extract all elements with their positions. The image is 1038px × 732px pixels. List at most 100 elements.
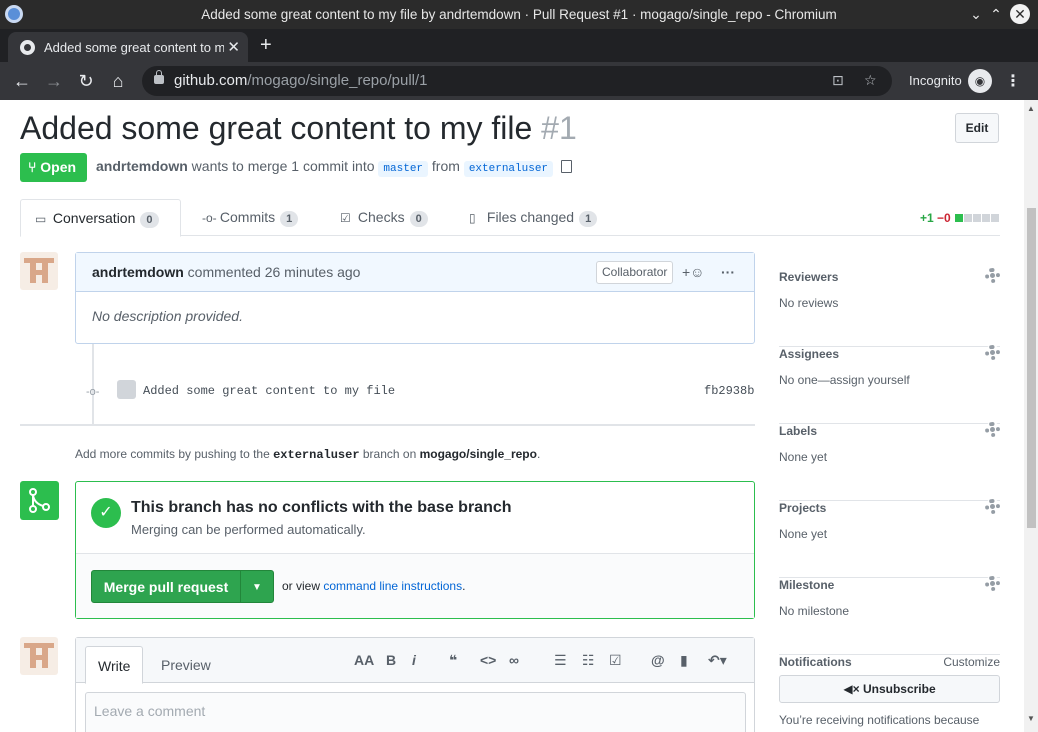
tab-checks[interactable]: ☑ Checks 0: [326, 199, 442, 236]
comment-box: andrtemdown commented 26 minutes ago Col…: [75, 252, 755, 344]
avatar[interactable]: [20, 252, 58, 290]
more-options-icon[interactable]: ···: [721, 253, 735, 292]
bullet-list-icon[interactable]: ☰: [554, 652, 567, 669]
edit-button[interactable]: Edit: [955, 113, 999, 143]
merge-icon: [20, 481, 59, 520]
sidebar-milestone: Milestone No milestone: [779, 576, 1000, 655]
merge-pull-request-button[interactable]: Merge pull request: [91, 570, 241, 603]
assignees-gear-icon[interactable]: [985, 345, 1000, 360]
forward-icon[interactable]: →: [43, 70, 65, 92]
reload-icon[interactable]: ↻: [75, 70, 97, 92]
tab-strip: Added some great content to my file ✕ +: [0, 29, 1038, 62]
address-bar[interactable]: github.com/mogago/single_repo/pull/1 ⊡ ☆: [142, 66, 892, 96]
tab-commits[interactable]: -o- Commits 1: [188, 199, 312, 236]
clipboard-icon[interactable]: [560, 160, 572, 173]
reply-icon[interactable]: ↶▾: [708, 652, 727, 669]
head-branch[interactable]: externaluser: [463, 161, 554, 177]
labels-gear-icon[interactable]: [985, 422, 1000, 437]
commit-node-icon: -o-: [86, 386, 100, 398]
browser-toolbar: ← → ↻ ⌂ github.com/mogago/single_repo/pu…: [0, 62, 1038, 100]
back-icon[interactable]: ←: [11, 70, 33, 92]
window-title: Added some great content to my file by a…: [201, 7, 837, 22]
timeline-line: [92, 344, 94, 424]
incognito-label: Incognito: [909, 73, 962, 88]
file-diff-icon: ▯: [469, 211, 476, 225]
home-icon[interactable]: ⌂: [107, 70, 129, 92]
commit-message[interactable]: Added some great content to my file: [143, 384, 395, 398]
tab-conversation[interactable]: ▭ Conversation 0: [20, 199, 181, 237]
comment-input[interactable]: Leave a comment: [85, 692, 746, 732]
status-badge: ⑂ Open: [20, 153, 87, 182]
new-tab-icon[interactable]: +: [260, 34, 272, 57]
check-icon: ✓: [91, 498, 121, 528]
timeline-divider: [20, 424, 755, 426]
sidebar-labels: Labels None yet: [779, 422, 1000, 501]
commit-sha[interactable]: fb2938b: [704, 384, 754, 398]
milestone-gear-icon[interactable]: [985, 576, 1000, 591]
tab-write[interactable]: Write: [85, 646, 144, 684]
author-link[interactable]: andrtemdown: [96, 158, 188, 174]
heading-icon[interactable]: AA: [354, 652, 374, 668]
quote-icon[interactable]: ❝: [449, 652, 457, 669]
diffstat: +1 −0: [920, 211, 1000, 225]
reviewers-gear-icon[interactable]: [985, 268, 1000, 283]
incognito-icon[interactable]: ◉: [968, 69, 992, 93]
commit-author-avatar[interactable]: [117, 380, 136, 399]
mention-icon[interactable]: @: [651, 652, 665, 668]
comment-icon: ▭: [35, 212, 47, 226]
tab-title: Added some great content to my file: [44, 40, 224, 55]
push-note: Add more commits by pushing to the exter…: [75, 447, 541, 462]
link-icon[interactable]: ∞: [509, 652, 519, 668]
saved-reply-bookmark-icon[interactable]: ▮: [680, 652, 688, 669]
scroll-up-icon[interactable]: ▲: [1027, 104, 1035, 113]
page-scrollbar[interactable]: ▲ ▼: [1024, 100, 1038, 732]
projects-gear-icon[interactable]: [985, 499, 1000, 514]
minimize-icon[interactable]: ⌄: [966, 4, 986, 24]
comment-body: No description provided.: [92, 308, 243, 324]
merge-box: ✓ This branch has no conflicts with the …: [75, 481, 755, 619]
pr-open-icon: ⑂: [28, 159, 37, 175]
comment-header: andrtemdown commented 26 minutes ago Col…: [76, 253, 754, 292]
tab-files-changed[interactable]: ▯ Files changed 1: [455, 199, 611, 236]
tab-preview[interactable]: Preview: [149, 646, 223, 684]
scrollbar-thumb[interactable]: [1027, 208, 1036, 528]
maximize-icon[interactable]: ⌃: [986, 4, 1006, 24]
avatar[interactable]: [20, 637, 58, 675]
add-reaction-icon[interactable]: +☺: [682, 253, 704, 292]
task-list-icon[interactable]: ☑: [609, 652, 622, 669]
github-favicon-icon: [20, 40, 35, 55]
pr-number: #1: [541, 110, 577, 146]
browser-menu-icon[interactable]: ⋮: [1005, 71, 1021, 91]
comment-author[interactable]: andrtemdown: [92, 264, 184, 280]
sidebar-projects: Projects None yet: [779, 499, 1000, 578]
tab-close-icon[interactable]: ✕: [227, 38, 240, 56]
lock-icon: [154, 70, 164, 84]
command-line-instructions-link[interactable]: command line instructions: [323, 579, 462, 593]
bold-icon[interactable]: B: [386, 652, 396, 668]
pr-title: Added some great content to my file #1: [20, 110, 577, 146]
pr-meta: andrtemdown wants to merge 1 commit into…: [96, 158, 572, 177]
sidebar-reviewers: Reviewers No reviews: [779, 268, 1000, 347]
bookmark-star-icon[interactable]: ☆: [864, 72, 877, 89]
customize-link[interactable]: Customize: [943, 655, 1000, 669]
translate-icon[interactable]: ⊡: [832, 72, 844, 89]
numbered-list-icon[interactable]: ☷: [582, 652, 595, 669]
assign-yourself-link[interactable]: No one—assign yourself: [779, 373, 910, 387]
italic-icon[interactable]: i: [412, 652, 416, 668]
unsubscribe-button[interactable]: ◀× Unsubscribe: [779, 675, 1000, 703]
close-window-icon[interactable]: ✕: [1010, 4, 1030, 24]
page-content: Added some great content to my file #1 E…: [0, 100, 1038, 732]
window-titlebar: Added some great content to my file by a…: [0, 0, 1038, 29]
mute-icon: ◀×: [843, 682, 860, 696]
comment-timestamp: commented 26 minutes ago: [187, 264, 361, 280]
url-text: github.com/mogago/single_repo/pull/1: [174, 72, 428, 89]
base-branch[interactable]: master: [378, 161, 429, 177]
merge-status-title: This branch has no conflicts with the ba…: [131, 499, 512, 516]
scroll-down-icon[interactable]: ▼: [1027, 714, 1035, 723]
merge-status-subtitle: Merging can be performed automatically.: [131, 522, 366, 537]
pr-tabnav: ▭ Conversation 0 -o- Commits 1 ☑ Checks 0 ▯…: [20, 199, 1000, 237]
code-icon[interactable]: <>: [480, 652, 496, 668]
browser-tab[interactable]: Added some great content to my file ✕: [8, 32, 248, 62]
collaborator-badge: Collaborator: [596, 261, 674, 284]
merge-options-dropdown[interactable]: ▼: [240, 570, 274, 603]
